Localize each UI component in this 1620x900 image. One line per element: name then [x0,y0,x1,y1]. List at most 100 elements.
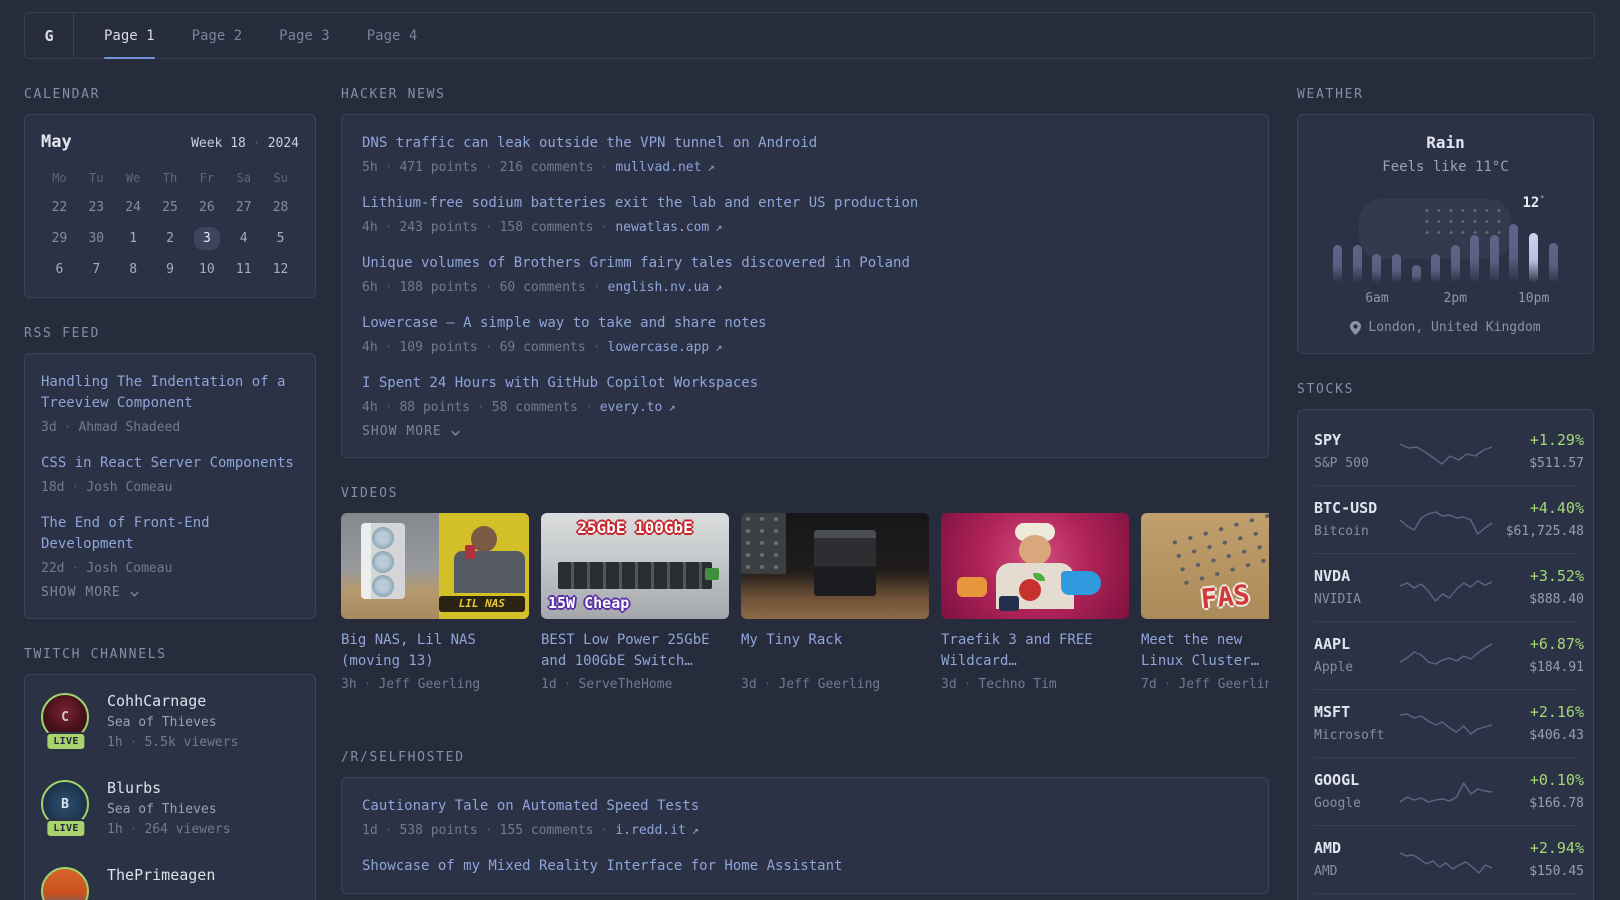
hn-item-comments[interactable]: 58 comments [492,400,578,415]
stock-ticker[interactable]: AMD [1314,839,1400,858]
top-nav: G Page 1 Page 2 Page 3 Page 4 [24,12,1595,59]
weather-bar [1529,233,1539,283]
hn-item-comments[interactable]: 216 comments [500,160,594,175]
rss-show-more-button[interactable]: SHOW MORE [41,581,299,604]
viewer-count: 5.5k viewers [144,735,239,750]
rss-item-meta: 22d Josh Comeau [41,560,299,577]
rss-item-time: 22d [41,561,65,576]
twitch-channel-row[interactable]: C LIVE CohhCarnage Sea of Thieves 1h 5.5k… [41,691,299,752]
rss-item-title[interactable]: CSS in React Server Components [41,453,294,474]
docker-whale-icon-shape [1061,571,1101,595]
dot-separator [57,420,79,435]
reddit-item-comments[interactable]: 155 comments [500,823,594,838]
video-title[interactable]: Meet the new Linux Cluster… [1141,630,1263,672]
video-title[interactable]: BEST Low Power 25GbE and 100GbE Switch… [541,630,729,672]
stock-row[interactable]: BTC-USD Bitcoin +4.40% $61,725.48 [1314,485,1584,553]
hn-item-domain external-link-icon[interactable]: lowercase.app [608,340,723,355]
calendar-month: May [41,132,72,152]
peak-temperature-label: 12° [1522,195,1544,211]
twitch-channel-name[interactable]: ThePrimeagen [107,865,215,885]
stock-id: BTC-USD Bitcoin [1314,499,1400,540]
twitch-channel-name[interactable]: Blurbs [107,778,231,798]
reddit-item-title[interactable]: Showcase of my Mixed Reality Interface f… [362,856,842,877]
stock-row[interactable]: AMD AMD +2.94% $150.45 [1314,825,1584,893]
hn-item-title[interactable]: I Spent 24 Hours with GitHub Copilot Wor… [362,373,758,394]
video-title[interactable]: My Tiny Rack [741,630,929,672]
stock-ticker[interactable]: MSFT [1314,703,1400,722]
reddit-item-domain external-link-icon[interactable]: i.redd.it [615,823,699,838]
sparkline-chart [1400,510,1492,535]
stock-row[interactable]: SPY S&P 500 +1.29% $511.57 [1314,415,1584,485]
thumbnail-caption-text: LIL NAS [438,596,525,612]
hn-item-domain external-link-icon[interactable]: mullvad.net [615,160,714,175]
video-channel[interactable]: Techno Tim [978,677,1056,692]
stock-price: $406.43 [1529,728,1584,743]
stock-name: Microsoft [1314,728,1385,743]
reddit-item-title[interactable]: Cautionary Tale on Automated Speed Tests [362,796,699,817]
stock-ticker[interactable]: NVDA [1314,567,1400,586]
dot-separator [378,280,400,295]
twitch-channel-row[interactable]: ThePrimeagen [41,865,299,900]
calendar-day: 4 [239,231,248,246]
hn-item-title[interactable]: Lithium-free sodium batteries exit the l… [362,193,918,214]
sparkline-chart [1400,851,1492,874]
twitch-channel-name[interactable]: CohhCarnage [107,691,238,711]
tab-page-4[interactable]: Page 4 [367,13,418,58]
calendar-day: 2 [166,231,174,246]
stock-row[interactable]: RDDT -1.65% [1314,893,1577,900]
hn-item-comments[interactable]: 69 comments [500,340,586,355]
video-thumbnail[interactable]: FAS [1141,513,1269,619]
video-thumbnail[interactable] [941,513,1129,619]
stock-row[interactable]: AAPL Apple +6.87% $184.91 [1314,621,1584,689]
tab-page-2[interactable]: Page 2 [192,13,243,58]
video-title[interactable]: Big NAS, Lil NAS (moving 13) [341,630,529,672]
video-channel[interactable]: ServeTheHome [578,677,672,692]
weather-location[interactable]: London, United Kingdom [1314,320,1577,335]
video-channel[interactable]: Jeff Geerling [1178,677,1269,692]
hn-item-domain external-link-icon[interactable]: every.to [600,400,676,415]
stock-row[interactable]: MSFT Microsoft +2.16% $406.43 [1314,689,1584,757]
tab-page-3[interactable]: Page 3 [279,13,330,58]
hn-show-more-button[interactable]: SHOW MORE [362,420,1248,443]
video-channel[interactable]: Jeff Geerling [378,677,480,692]
twitch-channel-row[interactable]: B LIVE Blurbs Sea of Thieves 1h 264 viewe… [41,778,299,839]
dot-separator [478,823,500,838]
app-logo[interactable]: G [25,13,74,58]
video-age: 1d [541,677,557,692]
weather-bars [1328,219,1563,283]
sparkline-chart [1400,642,1492,665]
hn-item-meta: 4h 88 points 58 comments every.to [362,399,1248,416]
calendar-day: 12 [272,262,289,277]
hn-item-title[interactable]: Lowercase – A simple way to take and sha… [362,313,767,334]
right-column: WEATHER Rain Feels like 11°C 12° 6am 2pm 1… [1297,59,1594,900]
video-channel[interactable]: Jeff Geerling [778,677,880,692]
stock-price: $184.91 [1529,660,1584,675]
video-thumbnail[interactable] [741,513,929,619]
weekday-label: We [125,171,141,185]
rss-item-title[interactable]: The End of Front-End Development [41,513,299,555]
stock-ticker[interactable]: AAPL [1314,635,1400,654]
weather-location-label: London, United Kingdom [1368,320,1541,335]
stock-ticker[interactable]: GOOGL [1314,771,1400,790]
dot-separator [378,400,400,415]
tab-page-1[interactable]: Page 1 [104,13,155,59]
hn-item-comments[interactable]: 158 comments [500,220,594,235]
stock-ticker[interactable]: BTC-USD [1314,499,1400,518]
hn-item-domain external-link-icon[interactable]: english.nv.ua [608,280,723,295]
hn-item-domain external-link-icon[interactable]: newatlas.com [615,220,722,235]
hn-item-title[interactable]: DNS traffic can leak outside the VPN tun… [362,133,817,154]
video-title[interactable]: Traefik 3 and FREE Wildcard… [941,630,1129,672]
stock-row[interactable]: NVDA NVIDIA +3.52% $888.40 [1314,553,1584,621]
rss-item-title[interactable]: Handling The Indentation of a Treeview C… [41,372,299,414]
lock-icon-shape [999,596,1019,611]
calendar-day: 23 [88,200,105,215]
video-thumbnail[interactable]: LIL NAS [341,513,529,619]
stock-ticker[interactable]: SPY [1314,431,1400,450]
thumbnail-caption-text: 15W Cheap [548,594,630,612]
hn-item-comments[interactable]: 60 comments [500,280,586,295]
hn-item-title[interactable]: Unique volumes of Brothers Grimm fairy t… [362,253,910,274]
stock-row[interactable]: GOOGL Google +0.10% $166.78 [1314,757,1584,825]
video-thumbnail[interactable]: 25GbE 100GbE 15W Cheap [541,513,729,619]
calendar-day: 26 [199,200,215,215]
calendar-widget: May Week 182024 MoTuWeThFrSaSu2223242526… [24,114,316,298]
